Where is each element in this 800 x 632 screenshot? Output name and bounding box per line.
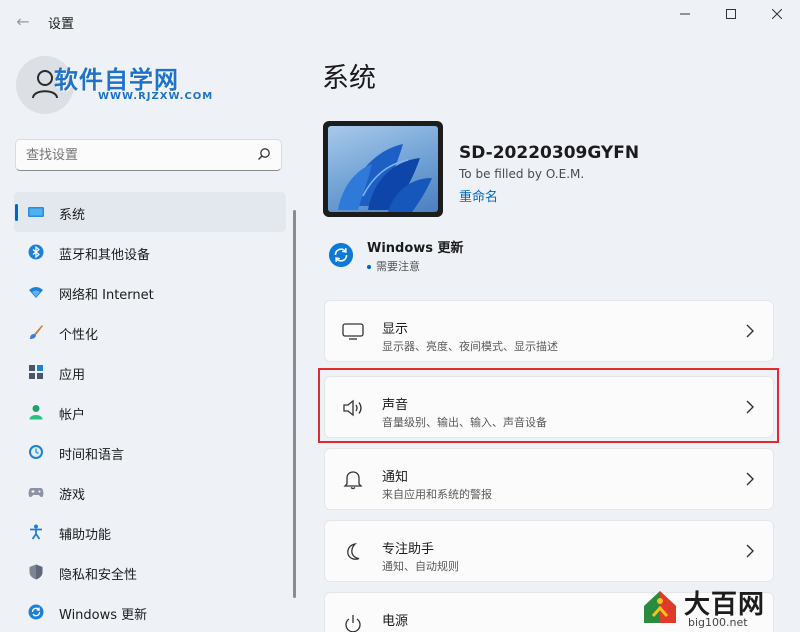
card-notifications[interactable]: 通知 来自应用和系统的警报 — [324, 448, 774, 510]
sidebar-item-privacy[interactable]: 隐私和安全性 — [14, 552, 286, 592]
card-title: 专注助手 — [382, 542, 435, 557]
apps-icon — [29, 365, 43, 379]
sidebar-item-label: Windows 更新 — [59, 608, 148, 623]
device-thumbnail — [323, 121, 443, 217]
chevron-right-icon — [746, 544, 754, 558]
house-logo-icon — [644, 591, 676, 623]
windows-update-icon[interactable] — [329, 243, 353, 267]
chevron-right-icon — [746, 324, 754, 338]
maximize-button[interactable] — [708, 0, 754, 30]
watermark-logo: 软件自学网 — [54, 66, 179, 94]
gamepad-icon — [28, 488, 44, 498]
moon-icon — [347, 542, 360, 560]
sidebar-item-windows-update[interactable]: Windows 更新 — [14, 592, 286, 632]
sidebar-item-personalization[interactable]: 个性化 — [14, 312, 286, 352]
sidebar-item-label: 游戏 — [59, 488, 86, 503]
card-title: 显示 — [382, 322, 409, 337]
maximize-icon — [726, 9, 736, 19]
rename-link[interactable]: 重命名 — [459, 186, 498, 205]
system-display-icon — [28, 207, 44, 217]
card-description: 来自应用和系统的警报 — [382, 488, 492, 501]
accessibility-icon — [30, 524, 42, 540]
back-button[interactable]: ← — [10, 10, 36, 34]
sidebar-item-label: 个性化 — [59, 328, 99, 343]
sidebar-item-bluetooth[interactable]: 蓝牙和其他设备 — [14, 232, 286, 272]
update-status: 需要注意 — [367, 258, 420, 274]
sidebar-item-accounts[interactable]: 帐户 — [14, 392, 286, 432]
close-icon — [771, 8, 783, 20]
sidebar-item-system[interactable]: 系统 — [14, 192, 286, 232]
update-status-text: 需要注意 — [376, 260, 420, 273]
wallpaper-preview — [328, 126, 438, 212]
settings-window: ← 设置 软件自学网 WWW.RJZXW.COM 查找设置 系统 蓝牙和其他设备… — [0, 0, 800, 632]
close-button[interactable] — [754, 0, 800, 30]
account-icon — [29, 405, 43, 420]
title-bar: ← 设置 — [0, 0, 800, 44]
sidebar-scrollbar[interactable] — [293, 210, 296, 598]
watermark-url: WWW.RJZXW.COM — [98, 91, 214, 102]
search-icon[interactable] — [257, 147, 271, 161]
card-display[interactable]: 显示 显示器、亮度、夜间模式、显示描述 — [324, 300, 774, 362]
page-title: 系统 — [322, 63, 376, 94]
search-box[interactable] — [15, 139, 282, 171]
update-title[interactable]: Windows 更新 — [367, 237, 464, 256]
active-indicator — [15, 204, 18, 221]
sidebar-item-gaming[interactable]: 游戏 — [14, 472, 286, 512]
sidebar-item-label: 辅助功能 — [59, 528, 112, 543]
minimize-icon — [680, 13, 690, 15]
status-dot — [367, 265, 371, 269]
device-model: To be filled by O.E.M. — [459, 167, 585, 181]
user-profile[interactable]: 软件自学网 WWW.RJZXW.COM — [14, 54, 284, 116]
sidebar-item-label: 蓝牙和其他设备 — [59, 248, 151, 263]
wifi-icon — [29, 287, 43, 298]
search-input[interactable] — [26, 146, 246, 165]
sidebar-item-accessibility[interactable]: 辅助功能 — [14, 512, 286, 552]
sidebar-item-label: 网络和 Internet — [59, 288, 154, 303]
monitor-icon — [342, 323, 364, 340]
highlight-box — [318, 368, 779, 443]
sidebar-item-apps[interactable]: 应用 — [14, 352, 286, 392]
sidebar-nav: 系统 蓝牙和其他设备 网络和 Internet 个性化 应用 帐户 时间和语言 — [14, 192, 286, 632]
sidebar-item-label: 隐私和安全性 — [59, 568, 138, 583]
device-name: SD-20220309GYFN — [459, 143, 640, 163]
bluetooth-icon — [28, 244, 44, 260]
card-focus-assist[interactable]: 专注助手 通知、自动规则 — [324, 520, 774, 582]
card-title: 电源 — [382, 614, 409, 629]
brush-icon — [30, 325, 43, 339]
sidebar-item-label: 应用 — [59, 368, 86, 383]
wallpaper-bloom-icon — [338, 144, 432, 212]
chevron-right-icon — [746, 472, 754, 486]
card-title: 通知 — [382, 470, 409, 485]
corner-watermark-logo: 大百网 big100.net — [640, 580, 800, 632]
bell-icon — [343, 471, 363, 490]
power-icon — [345, 615, 361, 632]
card-description: 显示器、亮度、夜间模式、显示描述 — [382, 340, 558, 353]
sidebar-item-time-language[interactable]: 时间和语言 — [14, 432, 286, 472]
minimize-button[interactable] — [662, 0, 708, 30]
card-description: 通知、自动规则 — [382, 560, 459, 573]
sidebar-item-network[interactable]: 网络和 Internet — [14, 272, 286, 312]
corner-logo-url: big100.net — [688, 616, 748, 629]
windows-update-icon — [28, 604, 44, 620]
sidebar-item-label: 帐户 — [59, 408, 86, 423]
sidebar-item-label: 系统 — [59, 208, 86, 223]
time-language-icon — [29, 445, 43, 459]
app-title: 设置 — [48, 17, 75, 32]
sidebar-item-label: 时间和语言 — [59, 448, 125, 463]
shield-icon — [29, 564, 43, 580]
